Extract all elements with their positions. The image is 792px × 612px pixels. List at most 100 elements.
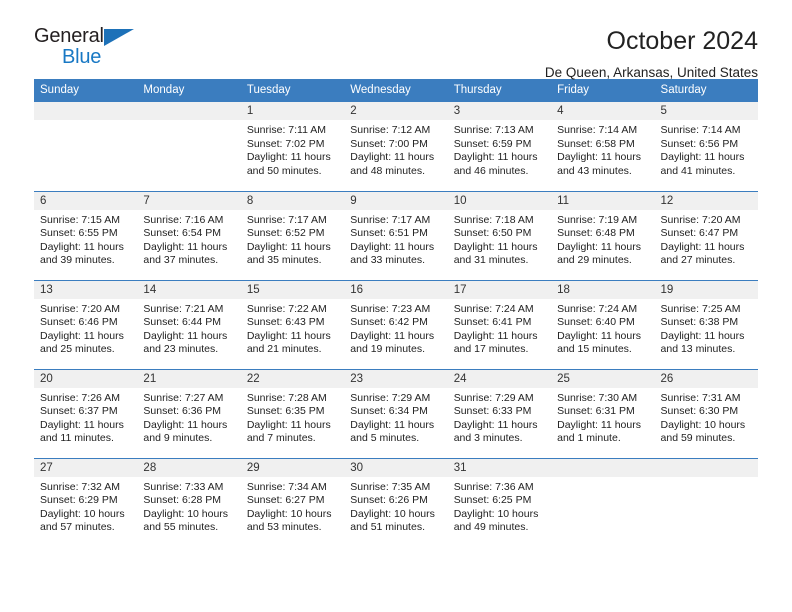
sunrise-text: Sunrise: 7:25 AM <box>660 302 741 315</box>
sunrise-text: Sunrise: 7:19 AM <box>557 213 638 226</box>
day-number: 4 <box>551 102 655 120</box>
sunrise-text: Sunrise: 7:22 AM <box>246 302 327 315</box>
daylight-text: Daylight: 11 hours and 29 minutes. <box>557 240 641 267</box>
calendar-day-cell[interactable]: 15 Sunrise: 7:22 AM Sunset: 6:43 PM Dayligh… <box>240 279 345 369</box>
calendar-day-cell[interactable]: 10 Sunrise: 7:18 AM Sunset: 6:50 PM Dayligh… <box>447 190 552 280</box>
sunset-text: Sunset: 6:36 PM <box>143 405 222 418</box>
calendar-day-cell[interactable]: 12 Sunrise: 7:20 AM Sunset: 6:47 PM Dayligh… <box>654 190 758 280</box>
calendar-cell-empty <box>34 102 138 191</box>
sunrise-text: Sunrise: 7:24 AM <box>453 302 534 315</box>
day-details: Sunrise: 7:34 AM Sunset: 6:27 PM Daylight:… <box>241 477 344 535</box>
calendar-day-cell[interactable]: 27 Sunrise: 7:32 AM Sunset: 6:29 PM Dayligh… <box>34 457 138 547</box>
calendar-day-cell[interactable]: 18 Sunrise: 7:24 AM Sunset: 6:40 PM Dayligh… <box>551 279 655 369</box>
general-blue-logo[interactable]: General Blue <box>34 26 144 72</box>
logo-word-general: General <box>34 25 104 47</box>
calendar-day-cell[interactable]: 13 Sunrise: 7:20 AM Sunset: 6:46 PM Dayligh… <box>34 279 138 369</box>
day-number: 19 <box>654 280 758 299</box>
sunrise-text: Sunrise: 7:30 AM <box>557 391 638 404</box>
day-number: 13 <box>34 280 138 299</box>
calendar-day-cell[interactable]: 8 Sunrise: 7:17 AM Sunset: 6:52 PM Daylight… <box>240 190 345 280</box>
sunrise-text: Sunrise: 7:24 AM <box>557 302 638 315</box>
sunrise-text: Sunrise: 7:33 AM <box>143 480 224 493</box>
calendar-day-cell[interactable]: 20 Sunrise: 7:26 AM Sunset: 6:37 PM Dayligh… <box>34 368 138 458</box>
weekday-header-monday: Monday <box>137 79 241 102</box>
daylight-text: Daylight: 11 hours and 21 minutes. <box>246 329 331 356</box>
cell-inner: 13 Sunrise: 7:20 AM Sunset: 6:46 PM Dayligh… <box>34 280 138 369</box>
calendar-day-cell[interactable]: 21 Sunrise: 7:27 AM Sunset: 6:36 PM Dayligh… <box>137 368 241 458</box>
cell-inner: 20 Sunrise: 7:26 AM Sunset: 6:37 PM Dayligh… <box>34 369 138 458</box>
day-details: Sunrise: 7:24 AM Sunset: 6:40 PM Daylight:… <box>551 299 654 357</box>
sunset-text: Sunset: 6:41 PM <box>453 316 532 329</box>
sunset-text: Sunset: 6:37 PM <box>40 405 118 418</box>
daylight-text: Daylight: 11 hours and 3 minutes. <box>453 418 538 445</box>
day-number: 7 <box>137 191 241 210</box>
sunrise-text: Sunrise: 7:15 AM <box>40 213 120 226</box>
sunset-text: Sunset: 6:40 PM <box>557 316 635 329</box>
calendar-cell-empty <box>551 457 655 548</box>
calendar-day-cell[interactable]: 6 Sunrise: 7:15 AM Sunset: 6:55 PM Daylight… <box>34 190 138 280</box>
calendar-day-cell[interactable]: 31 Sunrise: 7:36 AM Sunset: 6:25 PM Dayligh… <box>447 457 552 547</box>
calendar-day-cell[interactable]: 25 Sunrise: 7:30 AM Sunset: 6:31 PM Dayligh… <box>551 368 655 458</box>
cell-inner: 24 Sunrise: 7:29 AM Sunset: 6:33 PM Dayligh… <box>447 369 552 458</box>
calendar-day-cell[interactable]: 9 Sunrise: 7:17 AM Sunset: 6:51 PM Daylight… <box>344 190 448 280</box>
day-details: Sunrise: 7:26 AM Sunset: 6:37 PM Daylight:… <box>34 388 137 446</box>
day-details: Sunrise: 7:30 AM Sunset: 6:31 PM Daylight:… <box>551 388 654 446</box>
day-details: Sunrise: 7:17 AM Sunset: 6:51 PM Daylight:… <box>344 210 447 268</box>
cell-inner: 1 Sunrise: 7:11 AM Sunset: 7:02 PM Daylight… <box>240 102 345 191</box>
calendar-week-row: 27 Sunrise: 7:32 AM Sunset: 6:29 PM Dayligh… <box>34 457 758 548</box>
day-number: 29 <box>240 458 345 477</box>
daylight-text: Daylight: 11 hours and 35 minutes. <box>246 240 331 267</box>
calendar-day-cell[interactable]: 29 Sunrise: 7:34 AM Sunset: 6:27 PM Dayligh… <box>240 457 345 547</box>
calendar-week-row: 6 Sunrise: 7:15 AM Sunset: 6:55 PM Daylight… <box>34 190 758 280</box>
cell-inner <box>34 102 138 191</box>
calendar-day-cell[interactable]: 14 Sunrise: 7:21 AM Sunset: 6:44 PM Dayligh… <box>137 279 241 369</box>
sunrise-text: Sunrise: 7:26 AM <box>40 391 120 404</box>
calendar-day-cell[interactable]: 16 Sunrise: 7:23 AM Sunset: 6:42 PM Dayligh… <box>344 279 448 369</box>
day-number: 24 <box>447 369 552 388</box>
calendar-day-cell[interactable]: 28 Sunrise: 7:33 AM Sunset: 6:28 PM Dayligh… <box>137 457 241 547</box>
cell-inner: 7 Sunrise: 7:16 AM Sunset: 6:54 PM Daylight… <box>137 191 241 280</box>
sunset-text: Sunset: 7:02 PM <box>246 137 325 150</box>
sunset-text: Sunset: 6:38 PM <box>660 316 739 329</box>
day-number: 3 <box>447 102 552 120</box>
calendar-day-cell[interactable]: 23 Sunrise: 7:29 AM Sunset: 6:34 PM Dayligh… <box>344 368 448 458</box>
calendar-day-cell[interactable]: 17 Sunrise: 7:24 AM Sunset: 6:41 PM Dayligh… <box>447 279 552 369</box>
day-details: Sunrise: 7:24 AM Sunset: 6:41 PM Daylight:… <box>448 299 551 357</box>
calendar-cell-empty <box>654 457 758 547</box>
calendar-day-cell[interactable]: 11 Sunrise: 7:19 AM Sunset: 6:48 PM Dayligh… <box>551 190 655 280</box>
weekday-header-sunday: Sunday <box>34 79 138 102</box>
day-number: 20 <box>34 369 138 388</box>
sunset-text: Sunset: 6:31 PM <box>557 405 635 418</box>
calendar-day-cell[interactable]: 5 Sunrise: 7:14 AM Sunset: 6:56 PM Daylight… <box>654 102 758 191</box>
calendar-day-cell[interactable]: 4 Sunrise: 7:14 AM Sunset: 6:58 PM Daylight… <box>551 102 655 191</box>
calendar-day-cell[interactable]: 26 Sunrise: 7:31 AM Sunset: 6:30 PM Dayligh… <box>654 368 758 458</box>
cell-inner <box>551 458 655 548</box>
calendar-day-cell[interactable]: 24 Sunrise: 7:29 AM Sunset: 6:33 PM Dayligh… <box>447 368 552 458</box>
sunrise-text: Sunrise: 7:13 AM <box>453 124 534 136</box>
sunset-text: Sunset: 6:44 PM <box>143 316 222 329</box>
sunset-text: Sunset: 6:26 PM <box>350 494 428 507</box>
sunrise-text: Sunrise: 7:12 AM <box>350 124 431 136</box>
daylight-text: Daylight: 11 hours and 11 minutes. <box>40 418 124 445</box>
day-number <box>34 102 138 120</box>
day-number: 6 <box>34 191 138 210</box>
calendar-day-cell[interactable]: 2 Sunrise: 7:12 AM Sunset: 7:00 PM Daylight… <box>344 102 448 191</box>
calendar-page: General Blue October 2024 De Queen, Arka… <box>0 0 792 612</box>
day-number: 21 <box>137 369 241 388</box>
sunrise-text: Sunrise: 7:17 AM <box>350 213 431 226</box>
sunrise-text: Sunrise: 7:32 AM <box>40 480 120 493</box>
cell-inner: 2 Sunrise: 7:12 AM Sunset: 7:00 PM Daylight… <box>344 102 448 191</box>
calendar-day-cell[interactable]: 1 Sunrise: 7:11 AM Sunset: 7:02 PM Daylight… <box>240 102 345 191</box>
calendar-day-cell[interactable]: 19 Sunrise: 7:25 AM Sunset: 6:38 PM Dayligh… <box>654 279 758 369</box>
page-subtitle: De Queen, Arkansas, United States <box>544 65 758 80</box>
calendar-day-cell[interactable]: 3 Sunrise: 7:13 AM Sunset: 6:59 PM Daylight… <box>447 102 552 191</box>
page-title: October 2024 <box>606 27 759 55</box>
sunrise-text: Sunrise: 7:20 AM <box>40 302 120 315</box>
calendar-day-cell[interactable]: 22 Sunrise: 7:28 AM Sunset: 6:35 PM Dayligh… <box>240 368 345 458</box>
day-number: 25 <box>551 369 655 388</box>
calendar-day-cell[interactable]: 7 Sunrise: 7:16 AM Sunset: 6:54 PM Daylight… <box>137 190 241 280</box>
calendar-day-cell[interactable]: 30 Sunrise: 7:35 AM Sunset: 6:26 PM Dayligh… <box>344 457 448 547</box>
day-details: Sunrise: 7:35 AM Sunset: 6:26 PM Daylight:… <box>344 477 447 535</box>
cell-inner: 23 Sunrise: 7:29 AM Sunset: 6:34 PM Dayligh… <box>344 369 448 458</box>
day-number: 30 <box>344 458 448 477</box>
